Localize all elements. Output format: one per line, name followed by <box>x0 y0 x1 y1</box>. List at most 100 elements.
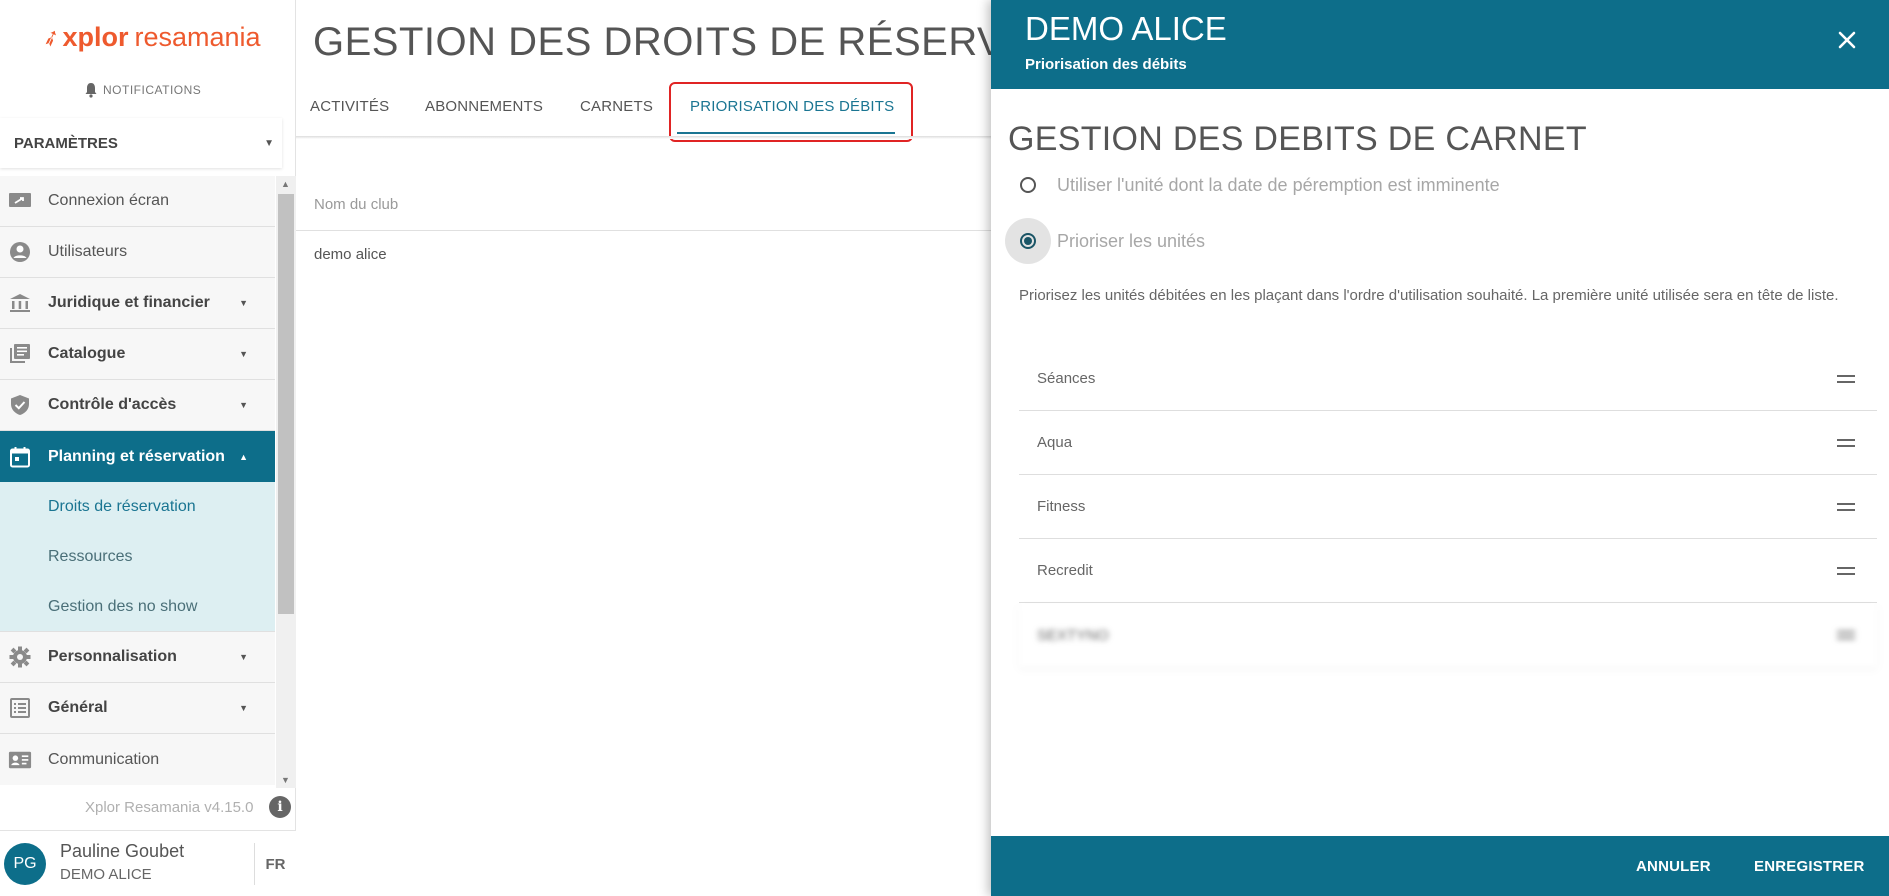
caret-up-icon: ▲ <box>239 451 248 462</box>
sidebar-scrollbar[interactable]: ▲ ▼ <box>276 176 296 788</box>
option-prioritize-units[interactable]: Prioriser les unités <box>1005 218 1205 264</box>
sidebar-subitem-no-show[interactable]: Gestion des no show <box>0 582 275 632</box>
user-panel: PG Pauline Goubet DEMO ALICE FR <box>0 830 296 896</box>
app-version: Xplor Resamania v4.15.0 <box>85 799 254 816</box>
scroll-up-icon[interactable]: ▲ <box>281 179 290 189</box>
caret-down-icon: ▼ <box>264 137 274 149</box>
contact-card-icon <box>8 749 32 771</box>
option-expiry-first[interactable]: Utiliser l'unité dont la date de pérempt… <box>1005 162 1500 208</box>
sidebar-item-label: Contrôle d'accès <box>48 396 177 413</box>
logo-text: resamania <box>134 22 261 52</box>
drag-handle-icon[interactable] <box>1837 502 1855 511</box>
app-logo[interactable]: ➶ xplor resamania <box>38 22 261 53</box>
logo-mark: xplor <box>62 22 129 52</box>
language-switch[interactable]: FR <box>254 843 296 885</box>
sidebar-item-planning[interactable]: Planning et réservation ▲ <box>0 431 275 482</box>
sidebar-subitem-label: Droits de réservation <box>48 498 196 515</box>
caret-down-icon: ▼ <box>239 349 248 359</box>
drag-handle-icon[interactable] <box>1837 438 1855 447</box>
gear-icon <box>8 646 32 668</box>
notifications-link[interactable]: NOTIFICATIONS <box>84 82 201 98</box>
sidebar-item-label: Personnalisation <box>48 648 177 665</box>
bell-icon <box>85 83 97 98</box>
params-label: PARAMÈTRES <box>14 134 118 152</box>
sidebar-item-label: Catalogue <box>48 345 126 362</box>
radio-label: Prioriser les unités <box>1057 230 1206 251</box>
unit-label: Séances <box>1037 370 1096 387</box>
rocket-icon: ➶ <box>38 22 64 52</box>
sidebar-subitem-label: Gestion des no show <box>48 597 198 615</box>
drag-handle-icon[interactable] <box>1837 374 1855 383</box>
caret-down-icon: ▼ <box>239 400 248 410</box>
list-item-dragging[interactable]: SEXTYNO <box>1019 603 1877 667</box>
sidebar-item-label: Planning et réservation <box>48 447 225 465</box>
save-button[interactable]: ENREGISTRER <box>1754 858 1865 875</box>
caret-down-icon: ▼ <box>239 652 248 662</box>
caret-down-icon: ▼ <box>239 703 248 713</box>
caret-down-icon: ▼ <box>239 298 248 308</box>
section-title: GESTION DES DEBITS DE CARNET <box>1008 120 1587 158</box>
list-icon <box>8 697 32 719</box>
sidebar-item-catalogue[interactable]: Catalogue ▼ <box>0 329 275 380</box>
sidebar-item-general[interactable]: Général ▼ <box>0 683 275 734</box>
column-header-club[interactable]: Nom du club <box>314 196 398 213</box>
sidebar-subitem-ressources[interactable]: Ressources <box>0 532 275 582</box>
tab-abonnements[interactable]: ABONNEMENTS <box>425 98 543 115</box>
sidebar-item-controle-acces[interactable]: Contrôle d'accès ▼ <box>0 380 275 431</box>
tab-carnets[interactable]: CARNETS <box>580 98 653 115</box>
description-text: Priorisez les unités débitées en les pla… <box>1019 287 1839 304</box>
notifications-label: NOTIFICATIONS <box>103 83 202 97</box>
sidebar-item-label: Utilisateurs <box>48 243 128 260</box>
tab-highlight-box <box>669 82 913 142</box>
list-item[interactable]: Fitness <box>1019 475 1877 539</box>
close-icon[interactable] <box>1833 26 1861 54</box>
bank-icon <box>8 292 32 314</box>
user-circle-icon <box>8 241 32 263</box>
sidebar-item-communication[interactable]: Communication <box>0 734 275 785</box>
table-row[interactable]: demo alice <box>314 246 387 263</box>
unit-label: Recredit <box>1037 562 1093 579</box>
panel-footer: ANNULER ENREGISTRER <box>991 836 1889 896</box>
radio-button[interactable] <box>1005 162 1051 208</box>
page-title: GESTION DES DROITS DE RÉSERVATIO <box>313 20 1094 64</box>
unit-label: Fitness <box>1037 498 1086 515</box>
sidebar-item-label: Communication <box>48 750 160 768</box>
panel-subtitle: Priorisation des débits <box>1025 56 1187 73</box>
shield-check-icon <box>8 394 32 416</box>
radio-button-selected[interactable] <box>1005 218 1051 264</box>
calendar-icon <box>8 446 32 468</box>
sidebar-subitem-label: Ressources <box>48 548 133 565</box>
user-name: Pauline Goubet <box>60 841 185 861</box>
table-header-divider <box>296 230 996 231</box>
scrollbar-thumb[interactable] <box>278 194 294 614</box>
list-item[interactable]: Recredit <box>1019 539 1877 603</box>
tabs-divider <box>296 136 996 139</box>
tab-activites[interactable]: ACTIVITÉS <box>310 98 389 115</box>
drag-handle-icon[interactable] <box>1837 631 1855 639</box>
unit-label: SEXTYNO <box>1037 626 1109 644</box>
list-item[interactable]: Aqua <box>1019 411 1877 475</box>
sidebar-item-utilisateurs[interactable]: Utilisateurs <box>0 227 275 278</box>
sidebar-subitem-droits-reservation[interactable]: Droits de réservation <box>0 482 275 532</box>
avatar[interactable]: PG <box>4 843 46 885</box>
unit-label: Aqua <box>1037 434 1073 451</box>
sidebar-item-juridique[interactable]: Juridique et financier ▼ <box>0 278 275 329</box>
catalog-icon <box>8 343 32 365</box>
info-icon[interactable]: i <box>269 796 291 818</box>
user-club: DEMO ALICE <box>60 866 152 883</box>
cancel-button[interactable]: ANNULER <box>1636 858 1711 875</box>
params-dropdown[interactable]: PARAMÈTRES ▼ <box>0 118 282 168</box>
sidebar-item-personnalisation[interactable]: Personnalisation ▼ <box>0 632 275 683</box>
sidebar: ➶ xplor resamania NOTIFICATIONS PARAMÈTR… <box>0 0 296 896</box>
scroll-down-icon[interactable]: ▼ <box>281 775 290 785</box>
units-priority-list: Séances Aqua Fitness Recredit SEXTYNO <box>1019 347 1877 667</box>
sidebar-item-label: Juridique et financier <box>48 294 210 311</box>
drag-handle-icon[interactable] <box>1837 566 1855 575</box>
sidebar-item-label: Général <box>48 699 108 716</box>
radio-label: Utiliser l'unité dont la date de pérempt… <box>1057 174 1500 195</box>
sidebar-item-connexion-ecran[interactable]: Connexion écran <box>0 176 275 227</box>
list-item[interactable]: Séances <box>1019 347 1877 411</box>
sidebar-item-label: Connexion écran <box>48 192 169 209</box>
panel-title: DEMO ALICE <box>1025 10 1227 47</box>
side-panel: DEMO ALICE Priorisation des débits GESTI… <box>991 0 1889 896</box>
